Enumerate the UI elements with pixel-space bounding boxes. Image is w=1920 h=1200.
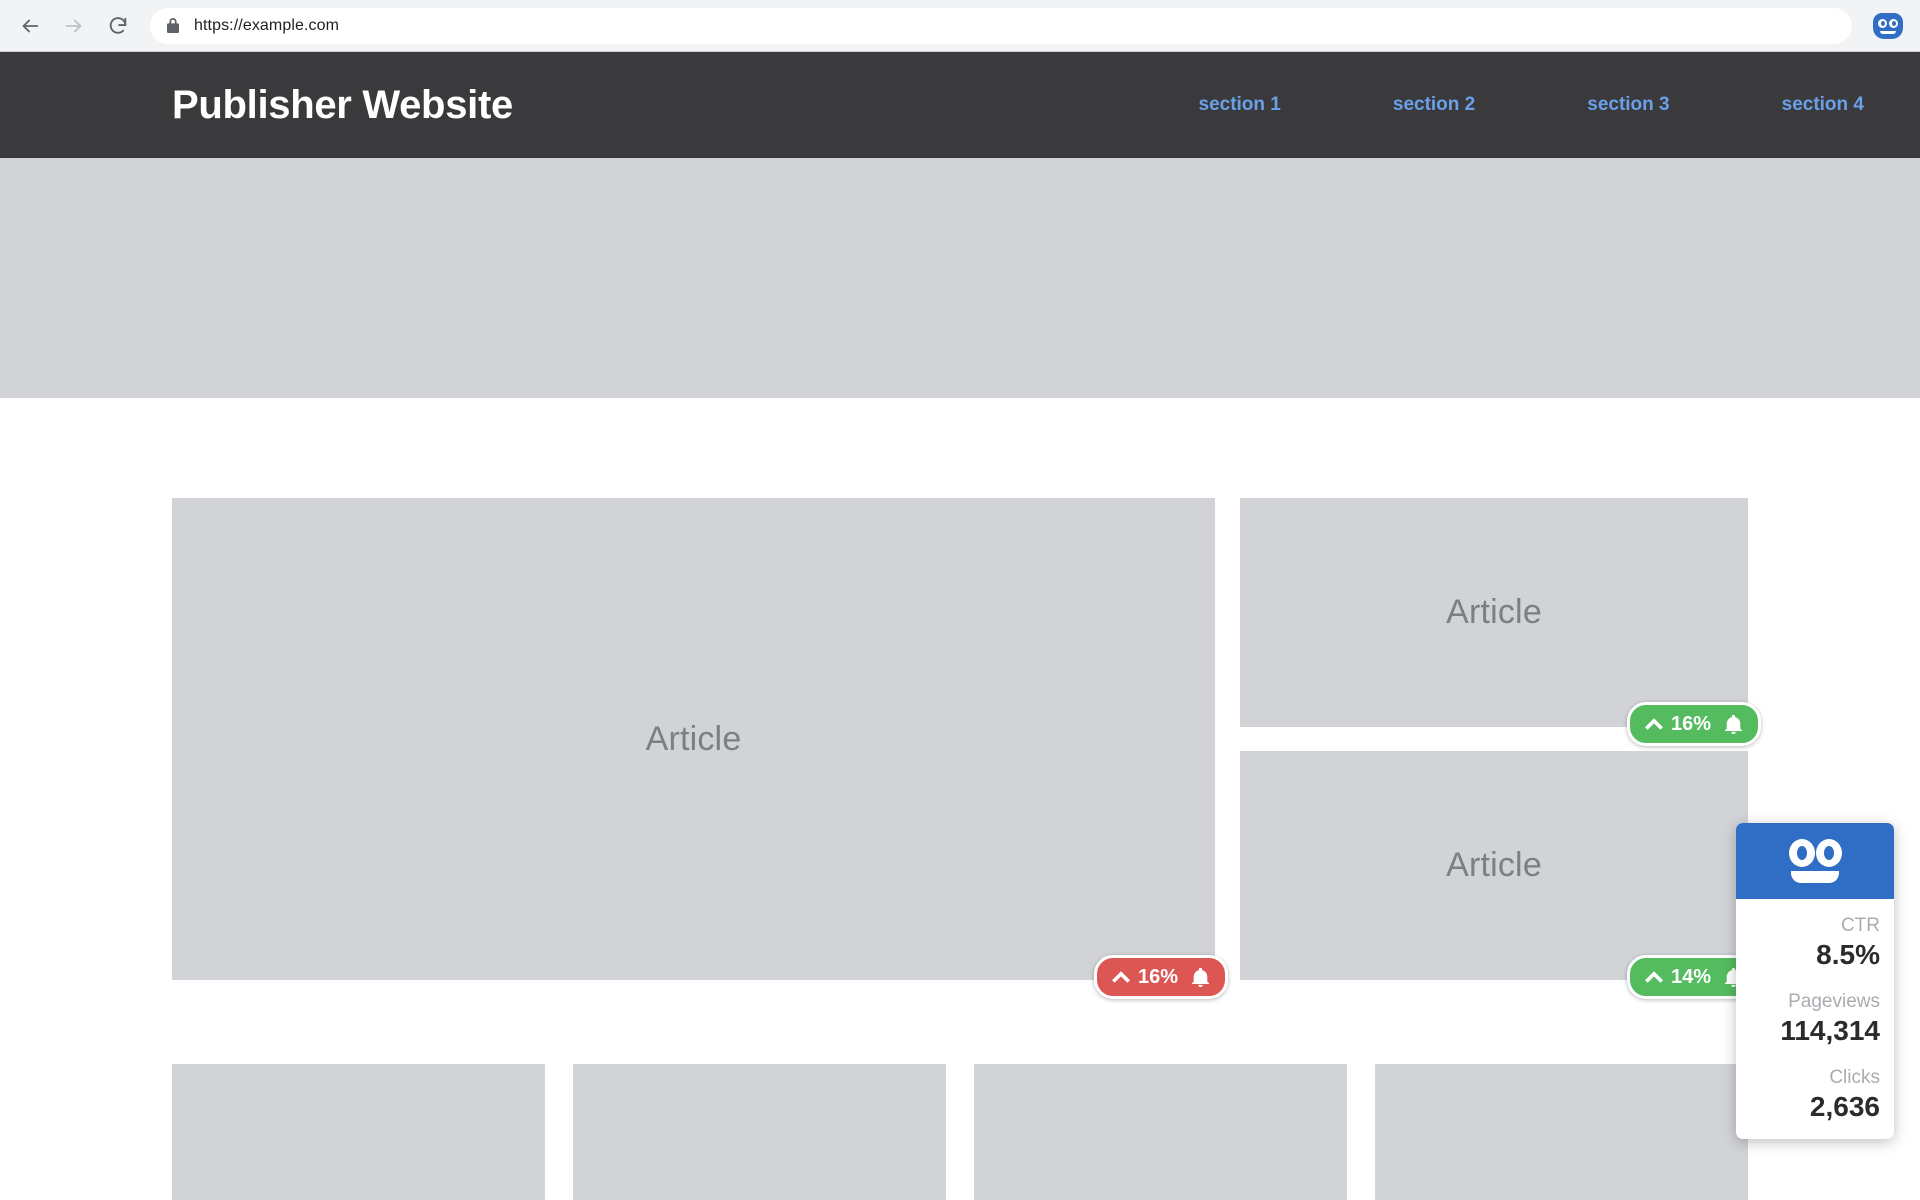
url-text[interactable]: https://example.com [194, 17, 339, 35]
featured-articles-grid: Article 16% Article 16% Article 14% [0, 498, 1920, 999]
stat-value: 8.5% [1816, 939, 1880, 970]
browser-toolbar: https://example.com [0, 0, 1920, 52]
nav-link-section-3[interactable]: section 3 [1587, 88, 1669, 122]
stat-label: Pageviews [1788, 991, 1880, 1012]
analytics-overlay-panel[interactable]: CTR 8.5% Pageviews 114,314 Clicks 2,636 [1736, 823, 1894, 1139]
article-card-hero[interactable]: Article 16% [172, 498, 1228, 999]
article-card-bottom-4[interactable]: Article [1375, 1064, 1748, 1200]
article-label: Article [1446, 593, 1542, 631]
side-articles-column: Article 16% Article 14% [1240, 498, 1761, 999]
metric-badge-hero[interactable]: 16% [1093, 955, 1228, 999]
lock-icon [166, 17, 180, 34]
article-card-side-1[interactable]: Article 16% [1240, 498, 1761, 746]
stat-label: CTR [1840, 915, 1880, 936]
address-bar[interactable]: https://example.com [150, 7, 1852, 44]
metric-badge-value: 16% [1670, 712, 1711, 735]
site-header: Publisher Website section 1 section 2 se… [0, 52, 1920, 158]
nav-link-section-1[interactable]: section 1 [1199, 88, 1281, 122]
stat-label: Clicks [1829, 1067, 1880, 1088]
stat-ctr: CTR 8.5% [1750, 913, 1880, 971]
nav-link-section-2[interactable]: section 2 [1393, 88, 1475, 122]
chevron-up-icon [1644, 970, 1664, 984]
metric-badge-value: 14% [1670, 965, 1711, 988]
article-card-bottom-2[interactable]: Article [573, 1064, 946, 1200]
reload-button[interactable] [98, 6, 138, 46]
chevron-up-icon [1111, 970, 1131, 984]
stat-pageviews: Pageviews 114,314 [1750, 989, 1880, 1047]
reload-icon [109, 16, 127, 34]
site-title: Publisher Website [172, 82, 513, 127]
forward-button[interactable] [54, 6, 94, 46]
article-label: Article [645, 719, 742, 758]
bell-icon [1192, 967, 1209, 987]
nav-link-section-4[interactable]: section 4 [1782, 88, 1864, 122]
main-content: Article 16% Article 16% Article 14% [0, 398, 1920, 1200]
article-card-bottom-1[interactable]: Article [172, 1064, 545, 1200]
panel-stats-list: CTR 8.5% Pageviews 114,314 Clicks 2,636 [1736, 899, 1894, 1139]
article-card-side-2[interactable]: Article 14% [1240, 751, 1761, 999]
secondary-articles-grid: Article Article Article Article [0, 980, 1920, 1200]
hero-banner-placeholder [0, 158, 1920, 398]
stat-value: 114,314 [1780, 1015, 1880, 1046]
metric-badge-value: 16% [1137, 965, 1178, 988]
stat-clicks: Clicks 2,636 [1750, 1065, 1880, 1123]
browser-nav-buttons [0, 6, 138, 46]
mascot-face-icon [1873, 12, 1903, 39]
back-button[interactable] [10, 6, 50, 46]
arrow-left-icon [22, 19, 39, 32]
stat-value: 2,636 [1809, 1091, 1880, 1122]
extension-button[interactable] [1866, 4, 1910, 48]
page-viewport: Publisher Website section 1 section 2 se… [0, 52, 1920, 1200]
panel-header [1736, 823, 1894, 899]
article-card-bottom-3[interactable]: Article [974, 1064, 1347, 1200]
article-label: Article [1446, 846, 1542, 884]
metric-badge-side-1[interactable]: 16% [1626, 702, 1761, 746]
arrow-right-icon [65, 19, 82, 32]
mascot-face-icon [1778, 839, 1852, 883]
chevron-up-icon [1644, 717, 1664, 731]
site-nav: section 1 section 2 section 3 section 4 [1087, 88, 1865, 122]
bell-icon [1725, 714, 1742, 734]
